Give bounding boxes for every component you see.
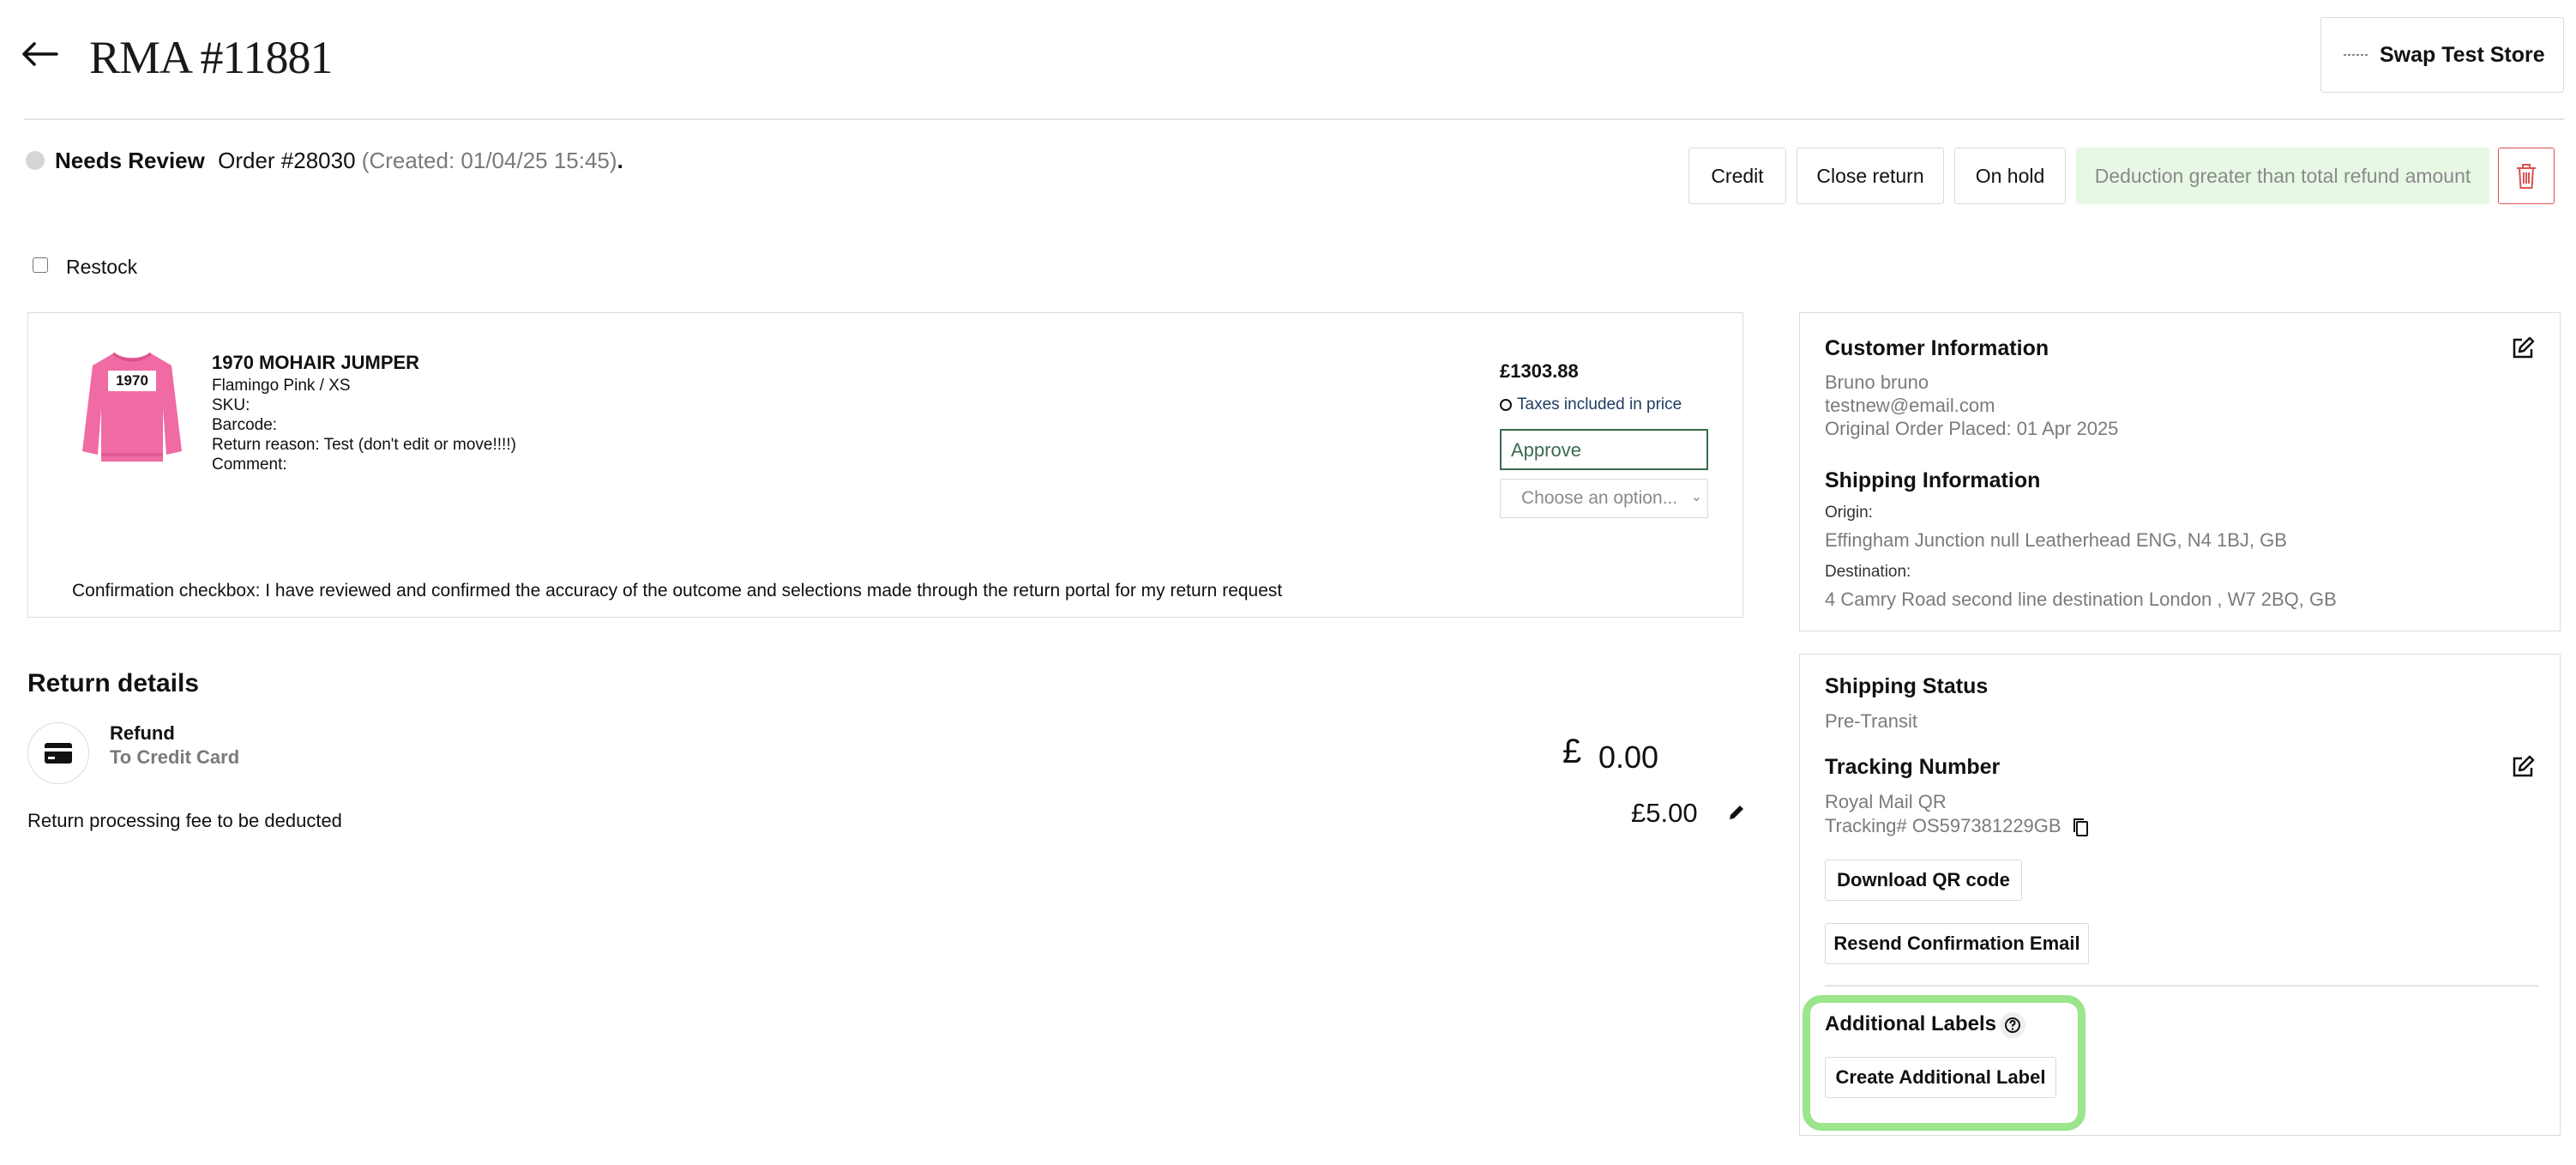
destination-label: Destination:: [1825, 563, 1911, 581]
delete-button[interactable]: [2498, 148, 2555, 204]
trash-icon: [2515, 162, 2537, 190]
store-dash-icon: [2344, 52, 2368, 57]
credit-button[interactable]: Credit: [1688, 148, 1786, 204]
credit-card-icon: [44, 742, 73, 764]
period: .: [617, 148, 623, 173]
customer-email: testnew@email.com: [1825, 395, 1995, 416]
fee-label: Return processing fee to be deducted: [27, 810, 342, 831]
edit-tracking-icon[interactable]: [2511, 755, 2535, 779]
section-divider: [1825, 985, 2538, 987]
status-label: Needs Review: [55, 148, 205, 173]
order-placed-date: Original Order Placed: 01 Apr 2025: [1825, 418, 2119, 439]
refund-label: Refund: [110, 722, 175, 744]
edit-fee-pencil-icon[interactable]: [1727, 803, 1746, 822]
radio-circle-icon: [1500, 399, 1512, 411]
on-hold-button[interactable]: On hold: [1954, 148, 2066, 204]
shipping-status-value: Pre-Transit: [1825, 710, 1917, 732]
tax-note: Taxes included in price: [1500, 395, 1682, 414]
option-dropdown-placeholder: Choose an option...: [1521, 488, 1678, 508]
tracking-number-title: Tracking Number: [1825, 755, 2001, 779]
confirmation-text: Confirmation checkbox: I have reviewed a…: [72, 581, 1283, 601]
shipping-info-title: Shipping Information: [1825, 468, 2041, 492]
customer-info-title: Customer Information: [1825, 336, 2049, 360]
refund-currency: £: [1562, 733, 1582, 770]
product-image-text: 1970: [116, 372, 148, 389]
fee-amount: £5.00: [1631, 798, 1698, 828]
download-qr-button[interactable]: Download QR code: [1825, 860, 2022, 901]
item-comment: Comment:: [212, 456, 287, 474]
store-switcher-button[interactable]: Swap Test Store: [2320, 17, 2564, 93]
edit-customer-icon[interactable]: [2511, 336, 2535, 360]
status-row: Needs Review Order #28030 (Created: 01/0…: [55, 148, 623, 174]
status-dot: [26, 151, 45, 170]
copy-icon[interactable]: [2072, 817, 2091, 839]
store-name: Swap Test Store: [2380, 42, 2545, 67]
additional-labels-title: Additional Labels: [1825, 1012, 1997, 1035]
item-return-reason: Return reason: Test (don't edit or move!…: [212, 436, 516, 454]
chevron-down-icon: ⌄: [1690, 490, 1702, 504]
origin-address: Effingham Junction null Leatherhead ENG,…: [1825, 529, 2287, 551]
resend-email-button[interactable]: Resend Confirmation Email: [1825, 923, 2089, 964]
destination-address: 4 Camry Road second line destination Lon…: [1825, 589, 2337, 610]
tax-note-text: Taxes included in price: [1517, 395, 1682, 413]
product-image: 1970: [79, 348, 185, 468]
item-price: £1303.88: [1500, 360, 1579, 382]
item-barcode: Barcode:: [212, 416, 278, 434]
restock-label: Restock: [66, 256, 138, 278]
order-number: Order #28030: [218, 148, 356, 173]
approve-select[interactable]: Approve: [1500, 429, 1708, 470]
tracking-number: Tracking# OS597381229GB: [1825, 815, 2061, 836]
back-arrow-icon[interactable]: [21, 41, 58, 67]
return-details-title: Return details: [27, 669, 200, 697]
header-divider: [24, 118, 2564, 120]
deduction-notice: Deduction greater than total refund amou…: [2076, 148, 2489, 204]
carrier-name: Royal Mail QR: [1825, 791, 1947, 812]
refund-method: To Credit Card: [110, 746, 240, 768]
item-variant: Flamingo Pink / XS: [212, 377, 351, 395]
credit-card-icon-circle: [27, 722, 89, 784]
item-name: 1970 MOHAIR JUMPER: [212, 352, 420, 373]
origin-label: Origin:: [1825, 504, 1873, 522]
item-sku: SKU:: [212, 396, 250, 414]
refund-amount: 0.00: [1598, 739, 1659, 775]
close-return-button[interactable]: Close return: [1797, 148, 1944, 204]
restock-checkbox[interactable]: [33, 257, 48, 273]
created-date: (Created: 01/04/25 15:45): [361, 148, 617, 173]
option-dropdown[interactable]: Choose an option... ⌄: [1500, 479, 1708, 518]
page-title: RMA #11881: [89, 32, 334, 83]
question-circle-icon[interactable]: [2000, 1012, 2025, 1038]
shipping-status-title: Shipping Status: [1825, 674, 1989, 698]
customer-name: Bruno bruno: [1825, 371, 1929, 393]
create-additional-label-button[interactable]: Create Additional Label: [1825, 1057, 2056, 1098]
